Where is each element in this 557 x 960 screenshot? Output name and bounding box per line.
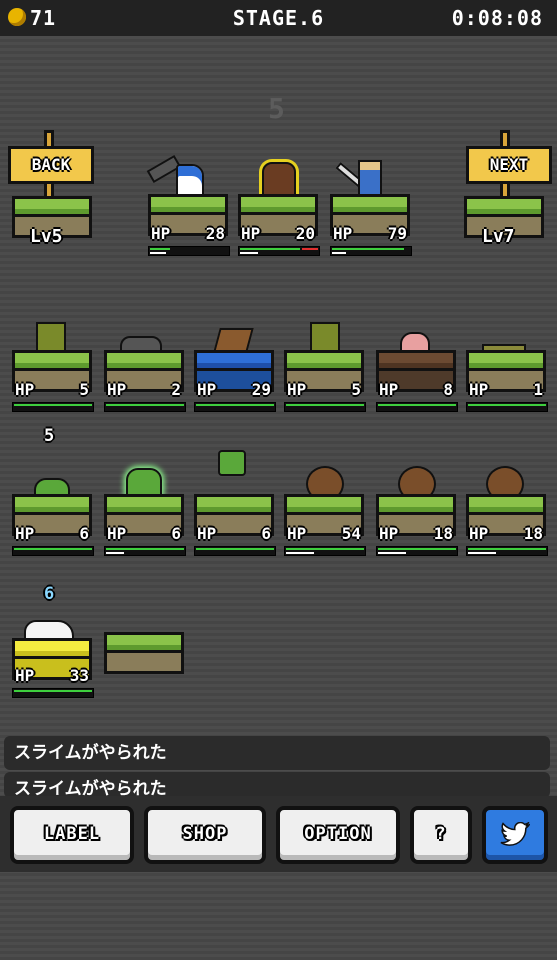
twitter-button[interactable] — [482, 806, 548, 864]
back-sign-label: BACK — [8, 146, 94, 184]
next-level-label: Lv7 — [482, 226, 515, 247]
next-sign-label: NEXT — [466, 146, 552, 184]
wave-number: 5 — [44, 426, 55, 446]
party-hp: HP 79 — [333, 224, 407, 243]
party-hp: HP 20 — [241, 224, 315, 243]
prev-level-label: Lv5 — [30, 226, 63, 247]
log-message: スライムがやられた — [4, 736, 550, 770]
party-wave-number: 5 — [268, 92, 286, 125]
label-button[interactable]: LABEL — [10, 806, 134, 864]
shop-button[interactable]: SHOP — [144, 806, 266, 864]
option-button[interactable]: OPTION — [276, 806, 400, 864]
party-hp: HP 28 — [151, 224, 225, 243]
twitter-bird-icon — [500, 821, 531, 846]
wave-number: 6 — [44, 584, 55, 604]
elapsed-timer: 0:08:08 — [451, 6, 543, 30]
swordsman-sprite — [358, 160, 382, 198]
help-button[interactable]: ? — [410, 806, 472, 864]
mage-sprite — [176, 164, 204, 198]
log-message: スライムがやられた — [4, 772, 550, 798]
slime-sprite — [218, 450, 246, 476]
slime-sprite — [126, 468, 162, 496]
empty-island — [104, 632, 184, 674]
